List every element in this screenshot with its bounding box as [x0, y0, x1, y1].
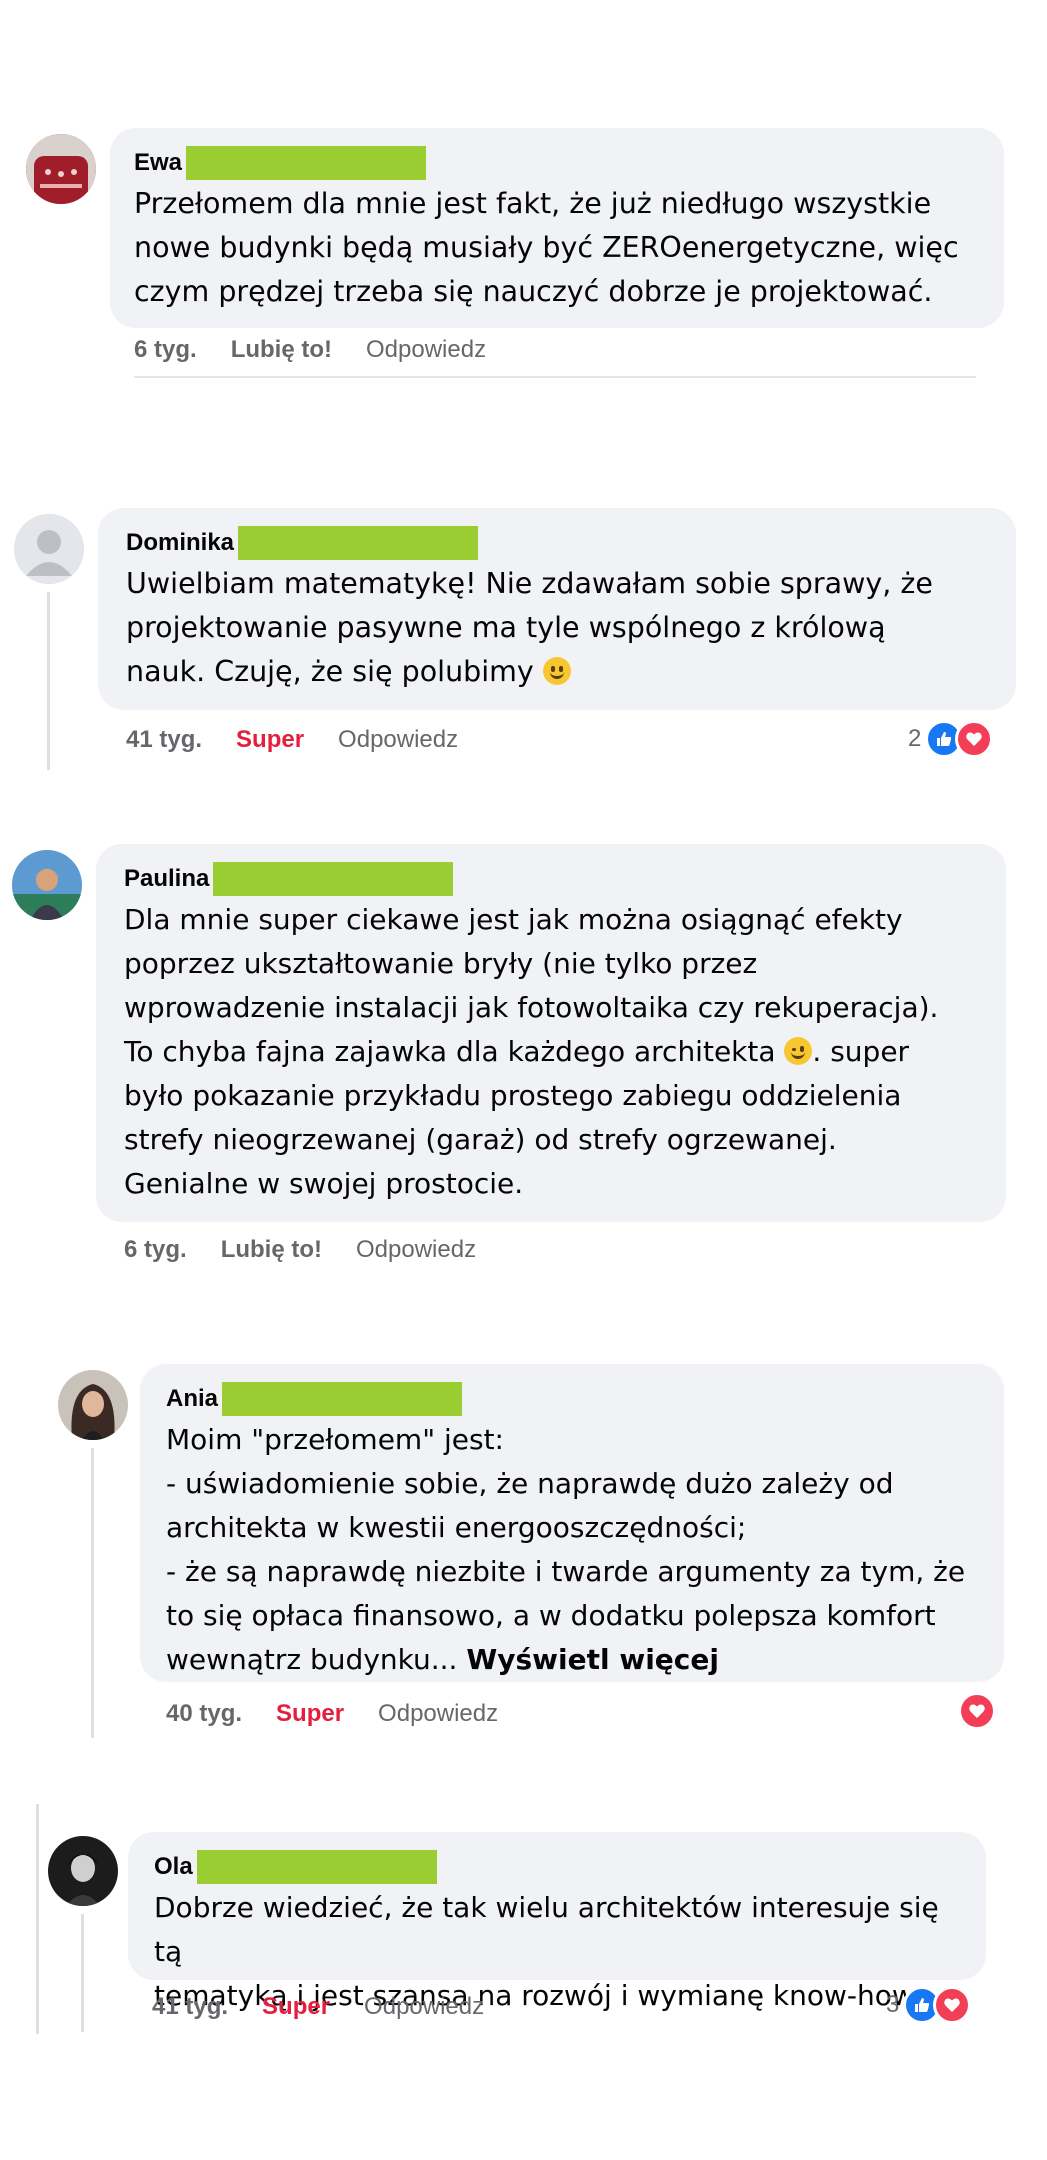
love-icon: [958, 1692, 996, 1730]
comment-actions: 41 tyg. Super Odpowiedz: [152, 1993, 484, 2021]
like-action[interactable]: Lubię to!: [231, 336, 332, 364]
comment-text: Moim "przełomem" jest: - uświadomienie s…: [166, 1418, 978, 1682]
comment-time[interactable]: 6 tyg.: [124, 1236, 187, 1264]
super-action[interactable]: Super: [276, 1700, 344, 1728]
comment-time[interactable]: 6 tyg.: [134, 336, 197, 364]
redacted-name: [238, 526, 479, 560]
comment-actions: 40 tyg. Super Odpowiedz: [166, 1700, 498, 1728]
default-avatar-icon: [14, 514, 84, 584]
avatar-photo: [26, 134, 96, 204]
avatar[interactable]: [48, 1836, 118, 1906]
comment-time[interactable]: 41 tyg.: [152, 1993, 228, 2021]
super-action[interactable]: Super: [262, 1993, 330, 2021]
avatar[interactable]: [26, 134, 96, 204]
avatar-photo: [12, 850, 82, 920]
comment-bubble: Ania Moim "przełomem" jest: - uświadomie…: [140, 1364, 1004, 1682]
avatar[interactable]: [14, 514, 84, 584]
avatar[interactable]: [12, 850, 82, 920]
redacted-name: [222, 1382, 463, 1416]
comment-text: Przełomem dla mnie jest fakt, że już nie…: [134, 187, 959, 308]
comment-bubble: Paulina Dla mnie super ciekawe jest jak …: [96, 844, 1006, 1222]
comment-actions: 6 tyg. Lubię to! Odpowiedz: [124, 1236, 476, 1264]
wink-emoji-icon: [784, 1037, 813, 1065]
redacted-name: [213, 862, 454, 896]
comment-author[interactable]: Ewa: [134, 148, 182, 178]
comment-actions: 41 tyg. Super Odpowiedz: [126, 726, 458, 754]
comment-author[interactable]: Ania: [166, 1384, 218, 1414]
comment-author[interactable]: Ola: [154, 1852, 193, 1882]
comment-bubble: Ewa Przełomem dla mnie jest fakt, że już…: [110, 128, 1004, 328]
thread-line: [47, 592, 50, 770]
comment-text: Dla mnie super ciekawe jest jak można os…: [124, 898, 978, 1206]
super-action[interactable]: Super: [236, 726, 304, 754]
comment-time[interactable]: 41 tyg.: [126, 726, 202, 754]
comment-time[interactable]: 40 tyg.: [166, 1700, 242, 1728]
avatar[interactable]: [58, 1370, 128, 1440]
avatar-photo: [58, 1370, 128, 1440]
comment-text-body: Uwielbiam matematykę! Nie zdawałam sobie…: [126, 567, 933, 688]
reaction-summary[interactable]: 2: [908, 720, 994, 758]
reply-button[interactable]: Odpowiedz: [364, 1993, 484, 2021]
thread-line: [81, 1914, 84, 2032]
reaction-count: 2: [908, 725, 922, 752]
thread-line: [91, 1448, 94, 1738]
reaction-summary[interactable]: [958, 1692, 996, 1730]
smile-emoji-icon: [542, 657, 571, 685]
redacted-name: [186, 146, 427, 180]
reply-button[interactable]: Odpowiedz: [356, 1236, 476, 1264]
comment-author[interactable]: Paulina: [124, 864, 209, 894]
comment-text-body: Moim "przełomem" jest: - uświadomienie s…: [166, 1423, 966, 1676]
reaction-count: 3: [886, 1991, 900, 2018]
divider: [134, 376, 976, 378]
love-icon: [955, 720, 994, 758]
comment-author[interactable]: Dominika: [126, 528, 234, 558]
reply-button[interactable]: Odpowiedz: [378, 1700, 498, 1728]
reaction-summary[interactable]: 3: [886, 1986, 972, 2024]
reply-button[interactable]: Odpowiedz: [366, 336, 486, 364]
thread-line: [36, 1804, 39, 2034]
like-action[interactable]: Lubię to!: [221, 1236, 322, 1264]
redacted-name: [196, 1850, 437, 1884]
avatar-photo: [48, 1836, 118, 1906]
comment-bubble: Dominika Uwielbiam matematykę! Nie zdawa…: [98, 508, 1016, 710]
see-more-link[interactable]: Wyświetl więcej: [466, 1643, 719, 1676]
love-icon: [933, 1986, 972, 2024]
comment-actions: 6 tyg. Lubię to! Odpowiedz: [134, 336, 486, 364]
reply-button[interactable]: Odpowiedz: [338, 726, 458, 754]
comment-bubble: Ola Dobrze wiedzieć, że tak wielu archit…: [128, 1832, 986, 2012]
comment-text: Uwielbiam matematykę! Nie zdawałam sobie…: [126, 562, 988, 694]
